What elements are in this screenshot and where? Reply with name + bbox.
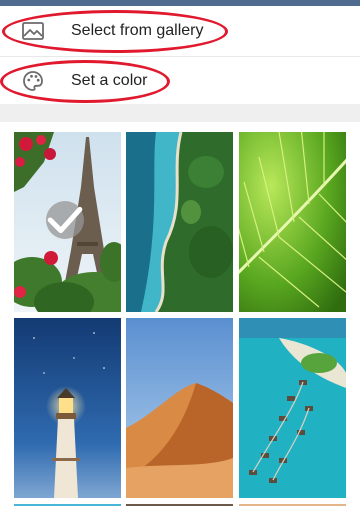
wallpaper-green-leaf[interactable] [239, 132, 346, 312]
select-from-gallery-label: Select from gallery [71, 22, 204, 39]
image-icon [20, 18, 46, 44]
set-a-color-item[interactable]: Set a color [0, 57, 360, 105]
section-separator [0, 104, 360, 122]
wallpaper-island-resort[interactable] [239, 318, 346, 498]
wallpaper-lighthouse[interactable] [14, 318, 121, 498]
top-bar [0, 0, 360, 6]
wallpaper-eiffel-tower[interactable] [14, 132, 121, 312]
palette-icon [20, 68, 46, 94]
set-a-color-label: Set a color [71, 72, 148, 89]
selected-check-icon [46, 201, 84, 239]
wallpaper-coast-aerial[interactable] [126, 132, 233, 312]
wallpaper-grid [0, 122, 360, 506]
select-from-gallery-item[interactable]: Select from gallery [0, 7, 360, 55]
wallpaper-desert-dune[interactable] [126, 318, 233, 498]
